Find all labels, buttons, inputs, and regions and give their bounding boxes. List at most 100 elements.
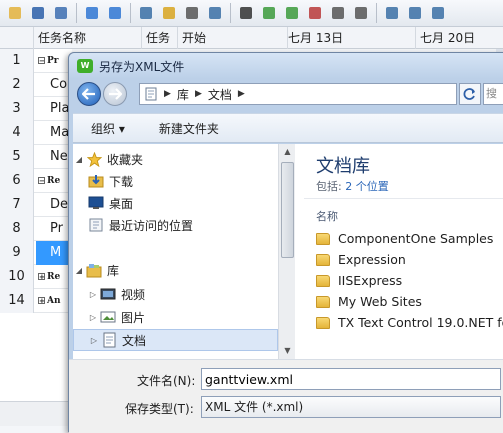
arrow-left-icon [82, 88, 95, 100]
move-up-icon[interactable] [81, 2, 103, 24]
collapse-triangle-icon[interactable]: ◢ [73, 155, 85, 164]
move-down-icon[interactable] [104, 2, 126, 24]
collapse-toggle-icon[interactable]: − [38, 177, 45, 185]
scroll-down-icon[interactable]: ▼ [279, 343, 296, 359]
collapse-triangle-icon[interactable]: ◢ [73, 266, 85, 275]
print-icon[interactable] [404, 2, 426, 24]
calendar-icon[interactable] [204, 2, 226, 24]
column-header-name[interactable]: 名称 [316, 208, 338, 224]
breadcrumb-chevron-icon[interactable]: ▶ [195, 89, 202, 99]
collapse-toggle-icon[interactable]: − [38, 57, 45, 65]
link-tasks-icon[interactable] [258, 2, 280, 24]
table-row[interactable]: 8 Pr [0, 217, 72, 241]
header-task-name[interactable]: 任务名称 [34, 27, 142, 49]
nav-item-videos[interactable]: ▷ 视频 [73, 283, 278, 305]
scroll-up-icon[interactable]: ▲ [279, 144, 296, 160]
column-divider [304, 198, 503, 199]
nav-pane-scrollbar[interactable]: ▲ ▼ [278, 144, 295, 359]
nav-item-recent-places[interactable]: 最近访问的位置 [73, 214, 278, 236]
file-list-item[interactable]: IISExpress [316, 270, 402, 291]
open-folder-icon[interactable] [4, 2, 26, 24]
new-folder-button[interactable]: 新建文件夹 [159, 120, 219, 137]
table-row[interactable]: 2 Co [0, 73, 72, 97]
nav-favorites[interactable]: ◢ 收藏夹 [73, 148, 278, 170]
nav-scroll-thumb[interactable] [281, 162, 294, 258]
nav-library[interactable]: ◢ 库 [73, 259, 278, 281]
unlink-tasks-icon[interactable] [281, 2, 303, 24]
breadcrumb-chevron-icon[interactable]: ▶ [164, 89, 171, 99]
filename-field[interactable] [201, 368, 501, 390]
expand-triangle-icon[interactable]: ▷ [87, 290, 99, 299]
task-name: Ma [50, 125, 70, 140]
table-row[interactable]: 6 − Re [0, 169, 72, 193]
forward-button[interactable] [103, 82, 127, 106]
file-list-item[interactable]: My Web Sites [316, 291, 422, 312]
expand-toggle-icon[interactable]: + [38, 273, 45, 281]
save-xml-dialog: W 另存为XML文件 ▶ 库 ▶ 文档 ▶ 搜 组织 ▾ 新建文件夹 ◢ 收藏夹… [68, 52, 503, 433]
file-list-item[interactable]: TX Text Control 19.0.NET for [316, 312, 503, 333]
row-number: 10 [0, 265, 34, 289]
nav-item-label: 桌面 [109, 196, 134, 211]
dialog-titlebar[interactable]: W 另存为XML文件 [69, 53, 503, 79]
progress-icon[interactable] [304, 2, 326, 24]
nav-item-desktop[interactable]: 桌面 [73, 192, 278, 214]
table-row[interactable]: 10 + Re [0, 265, 72, 289]
dialog-title: 另存为XML文件 [99, 60, 185, 74]
header-task[interactable]: 任务 [142, 27, 178, 49]
filter-icon[interactable] [350, 2, 372, 24]
task-name: M [36, 241, 72, 265]
delete-icon[interactable] [235, 2, 257, 24]
library-icon [85, 262, 103, 278]
refresh-button[interactable] [459, 83, 481, 105]
file-list-item[interactable]: ComponentOne Samples [316, 228, 493, 249]
locations-link[interactable]: 2 个位置 [345, 180, 389, 193]
breadcrumb-documents[interactable]: 文档 [208, 86, 232, 103]
table-row[interactable]: 14 + An [0, 289, 72, 313]
expand-triangle-icon[interactable]: ▷ [87, 313, 99, 322]
link-icon[interactable] [181, 2, 203, 24]
address-field[interactable]: ▶ 库 ▶ 文档 ▶ [139, 83, 457, 105]
task-name: Pr [50, 221, 63, 236]
save-icon[interactable] [27, 2, 49, 24]
row-number: 3 [0, 97, 34, 121]
indent-icon[interactable] [158, 2, 180, 24]
file-list-item[interactable]: Expression [316, 249, 406, 270]
search-input[interactable]: 搜 [483, 83, 503, 105]
star-icon [85, 151, 103, 167]
organize-button[interactable]: 组织 ▾ [91, 120, 125, 137]
expand-toggle-icon[interactable]: + [38, 297, 45, 305]
folder-icon [316, 274, 330, 287]
group-task-name: − Re [38, 176, 61, 186]
folder-icon [316, 295, 330, 308]
columns-icon[interactable] [50, 2, 72, 24]
nav-favorites-label: 收藏夹 [107, 152, 144, 167]
recent-places-icon [87, 217, 105, 233]
nav-item-documents[interactable]: ▷ 文档 [73, 329, 278, 351]
nav-item-downloads[interactable]: 下载 [73, 170, 278, 192]
header-start[interactable]: 开始 [178, 27, 288, 49]
nav-item-label: 图片 [121, 310, 146, 325]
row-number: 14 [0, 289, 34, 313]
videos-library-icon [99, 286, 117, 302]
filename-label: 文件名(N): [137, 374, 196, 388]
table-row[interactable]: 9M [0, 241, 72, 265]
grid-horizontal-scrollbar[interactable] [0, 401, 70, 426]
table-row[interactable]: 5 Ne [0, 145, 72, 169]
task-grid: 1 − Pr 2 Co 3 Pla 4 Ma 5 Ne 6 − Re 7 De 8 Pr 9 M 10 + Re 14 + An [0, 49, 72, 401]
table-row[interactable]: 1 − Pr [0, 49, 72, 73]
task-info-icon[interactable] [135, 2, 157, 24]
library-location-icon [145, 87, 157, 101]
nav-item-pictures[interactable]: ▷ 图片 [73, 306, 278, 328]
nav-item-label: 视频 [121, 287, 146, 302]
table-row[interactable]: 7 De [0, 193, 72, 217]
expand-triangle-icon[interactable]: ▷ [88, 336, 100, 345]
layout-icon[interactable] [381, 2, 403, 24]
breadcrumb-chevron-icon[interactable]: ▶ [238, 89, 245, 99]
back-button[interactable] [77, 82, 101, 106]
filetype-select[interactable]: XML 文件 (*.xml) [201, 396, 501, 418]
export-icon[interactable] [427, 2, 449, 24]
table-row[interactable]: 3 Pla [0, 97, 72, 121]
breadcrumb-library[interactable]: 库 [177, 86, 189, 103]
table-row[interactable]: 4 Ma [0, 121, 72, 145]
split-icon[interactable] [327, 2, 349, 24]
